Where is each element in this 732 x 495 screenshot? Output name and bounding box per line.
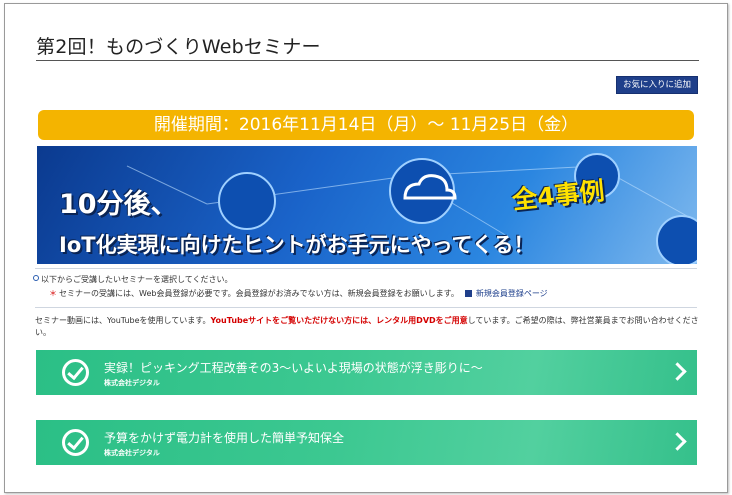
cloud-icon: [389, 158, 455, 224]
divider: [35, 307, 697, 308]
seminar-company: 株式会社デジタル: [104, 449, 160, 457]
select-prompt-text: 以下からご受講したいセミナーを選択してください。: [41, 275, 233, 284]
event-period-banner: 開催期間：2016年11月14日（月）～ 11月25日（金）: [38, 110, 694, 140]
seminar-card[interactable]: 実録！ピッキング工程改善その3～いよいよ現場の状態が浮き彫りに～ 株式会社デジタ…: [36, 350, 697, 395]
robot-arm-icon: [218, 172, 276, 230]
hero-banner: 10分後、 IoT化実現に向けたヒントがお手元にやってくる！ 全4事例: [37, 146, 697, 264]
bullet-icon: [33, 275, 39, 281]
new-member-registration-link[interactable]: 新規会員登録ページ: [476, 289, 548, 298]
seminar-title: 予算をかけず電力計を使用した簡単予知保全: [104, 431, 345, 445]
link-arrow-icon: [464, 290, 472, 297]
banner-headline: 10分後、: [59, 189, 178, 220]
select-prompt: 以下からご受講したいセミナーを選択してください。: [33, 274, 233, 285]
add-to-favorites-button[interactable]: お気に入りに追加: [616, 76, 698, 94]
page-title: 第2回！ものづくりWebセミナー: [36, 36, 321, 58]
banner-subheadline: IoT化実現に向けたヒントがお手元にやってくる！: [59, 233, 535, 257]
page-frame: 第2回！ものづくりWebセミナー お気に入りに追加 開催期間：2016年11月1…: [4, 3, 728, 493]
seminar-card[interactable]: 予算をかけず電力計を使用した簡単予知保全 株式会社デジタル: [36, 420, 697, 465]
check-circle-icon: [62, 429, 89, 456]
dvd-rental-notice: YouTubeサイトをご覧いただけない方には、レンタル用DVDをご用意: [210, 316, 468, 325]
divider: [35, 268, 697, 269]
seminar-title: 実録！ピッキング工程改善その3～いよいよ現場の状態が浮き彫りに～: [104, 361, 483, 375]
asterisk-mark: ＊: [49, 289, 57, 298]
registration-note-text: セミナーの受講には、Web会員登録が必要です。会員登録がお済みでない方は、新規会…: [59, 289, 459, 298]
chevron-right-icon: [668, 362, 687, 381]
registration-note: ＊セミナーの受講には、Web会員登録が必要です。会員登録がお済みでない方は、新規…: [49, 288, 548, 299]
chevron-right-icon: [668, 432, 687, 451]
seminar-company: 株式会社デジタル: [104, 379, 160, 387]
check-circle-icon: [62, 359, 89, 386]
title-divider: [36, 60, 699, 61]
youtube-notice: セミナー動画には、YouTubeを使用しています。YouTubeサイトをご覧いた…: [35, 315, 699, 339]
youtube-notice-text: セミナー動画には、YouTubeを使用しています。: [35, 316, 211, 325]
